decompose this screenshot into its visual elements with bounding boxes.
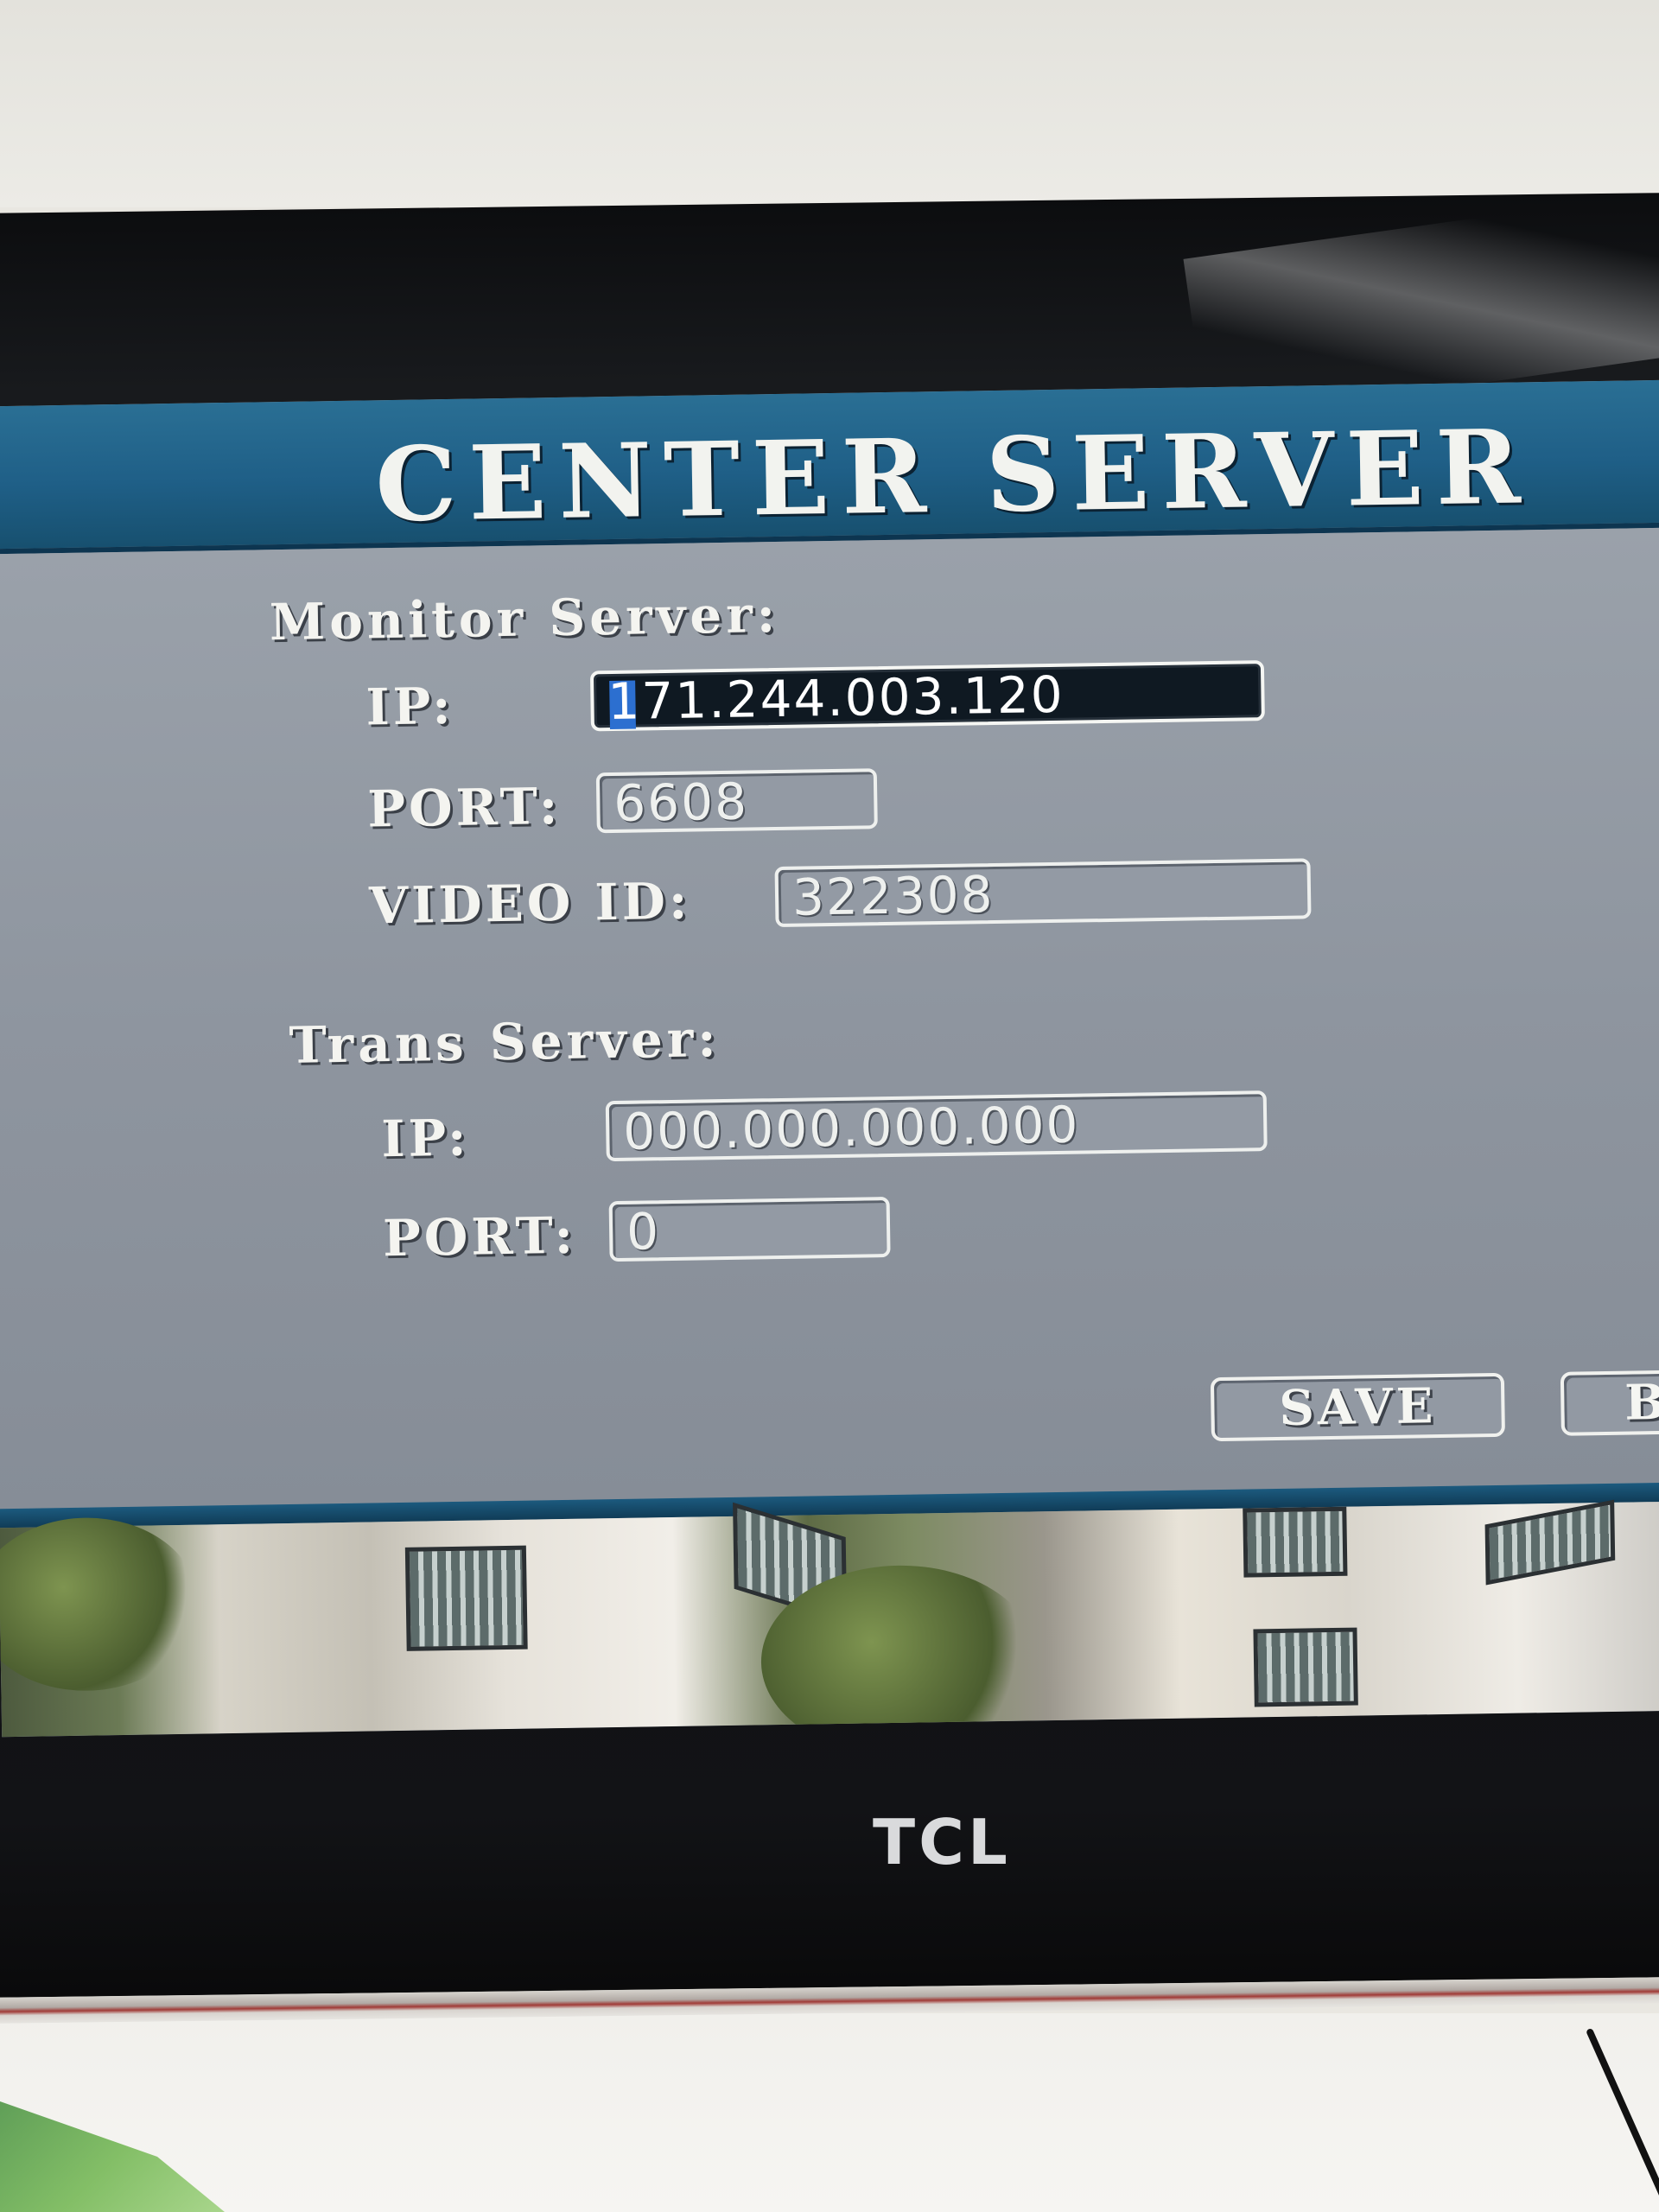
monitor-ip-label: IP: [365,676,455,737]
video-id-value: 322308 [791,865,995,927]
preview-window [1253,1627,1358,1707]
save-button[interactable]: SAVE [1210,1372,1505,1442]
trans-ip-label: IP: [380,1108,471,1169]
trans-port-field[interactable]: 0 [608,1197,891,1262]
preview-window [1243,1506,1348,1578]
monitor-port-value: 6608 [613,772,749,833]
preview-tree [0,1516,200,1693]
dvr-screen: CENTER SERVER Monitor Server: IP: 171.24… [0,379,1659,1738]
back-button[interactable]: B [1560,1369,1659,1436]
trans-server-heading: Trans Server: [289,1009,721,1075]
trans-port-value: 0 [626,1202,661,1262]
monitor-server-heading: Monitor Server: [269,584,780,652]
menu-header: CENTER SERVER [0,379,1659,555]
settings-panel: Monitor Server: IP: 171.244.003.120 PORT… [0,527,1659,1510]
video-id-label: VIDEO ID: [368,871,691,936]
preview-window [1484,1499,1616,1586]
photo-scene: TCL CENTER SERVER Monitor Server: IP: 17… [0,0,1659,2212]
tv-brand-logo: TCL [873,1806,1011,1878]
monitor-port-label: PORT: [366,776,562,839]
preview-window [404,1545,528,1651]
monitor-ip-field[interactable]: 171.244.003.120 [589,660,1265,732]
camera-preview [0,1499,1659,1738]
monitor-port-field[interactable]: 6608 [595,768,878,834]
monitor-ip-value: 171.244.003.120 [607,664,1065,732]
wall-background [0,0,1659,207]
video-id-field[interactable]: 322308 [774,858,1312,928]
trans-port-label: PORT: [382,1205,577,1268]
wall-background-lower [0,2013,1659,2212]
trans-ip-value: 000.000.000.000 [622,1095,1080,1161]
trans-ip-field[interactable]: 000.000.000.000 [605,1090,1268,1162]
page-title: CENTER SERVER [374,406,1534,545]
